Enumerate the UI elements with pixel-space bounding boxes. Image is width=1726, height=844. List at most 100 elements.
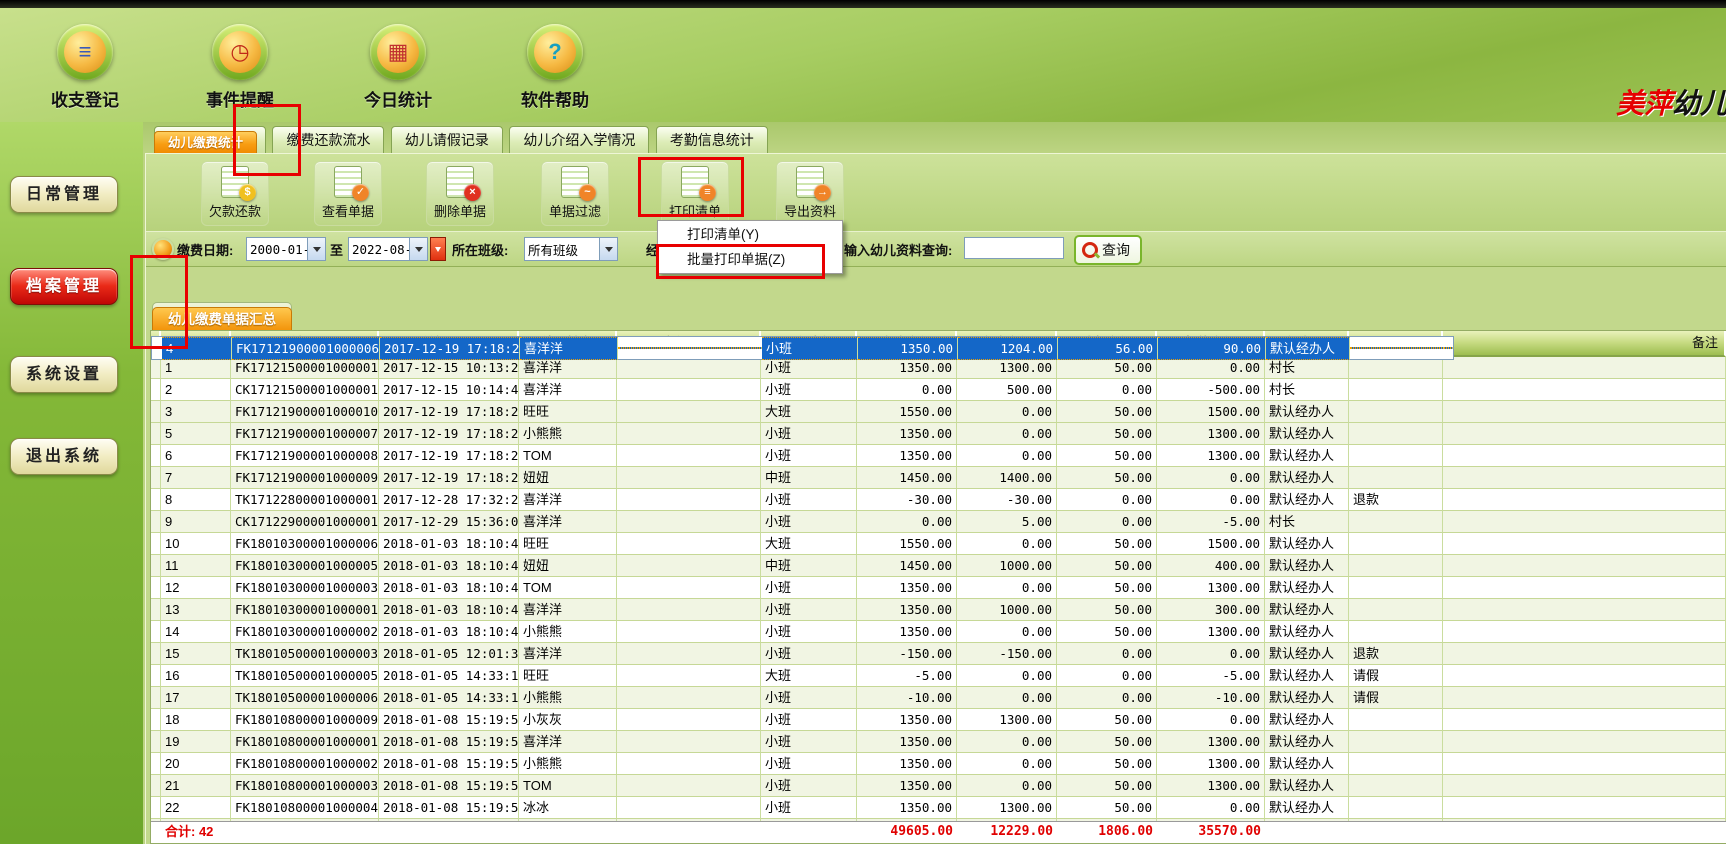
cell-bill-date: 2018-01-08 15:19:59 bbox=[379, 709, 519, 731]
cell-receivable: 1350.00 bbox=[857, 599, 957, 621]
table-row[interactable]: 9CK171229000010000012017-12-29 15:36:02喜… bbox=[151, 511, 1726, 533]
cell-received: 1400.00 bbox=[957, 467, 1057, 489]
table-row[interactable]: 5FK171219000010000072017-12-19 17:18:22小… bbox=[151, 423, 1726, 445]
cell-id-card bbox=[617, 533, 761, 555]
cell-remark bbox=[1443, 555, 1726, 577]
subtab-payment-summary[interactable]: 幼儿缴费单据汇总 bbox=[152, 307, 292, 331]
export-data-button[interactable]: → 导出资料 bbox=[776, 161, 844, 226]
software-help-button[interactable]: ? 软件帮助 bbox=[495, 24, 615, 111]
ledger-glyph: ≡ bbox=[79, 39, 92, 65]
table-row[interactable]: 15TK180105000010000032018-01-05 12:01:36… bbox=[151, 643, 1726, 665]
table-row[interactable]: 14FK180103000010000022018-01-03 18:10:41… bbox=[151, 621, 1726, 643]
table-row[interactable]: 19FK180108000010000012018-01-08 15:19:59… bbox=[151, 731, 1726, 753]
search-input[interactable] bbox=[964, 237, 1064, 259]
event-reminder-button[interactable]: ◷ 事件提醒 bbox=[180, 24, 300, 111]
date-to-value: 2022-08-16 bbox=[349, 242, 409, 257]
table-row[interactable]: 17TK180105000010000062018-01-05 14:33:19… bbox=[151, 687, 1726, 709]
export-data-icon: → bbox=[796, 166, 824, 198]
table-row[interactable]: 1FK171215000010000012017-12-15 10:13:24喜… bbox=[151, 357, 1726, 379]
row-gutter bbox=[151, 665, 161, 687]
date-quick-pick-button[interactable] bbox=[430, 237, 446, 261]
cell-child-name: TOM bbox=[519, 577, 617, 599]
table-row[interactable]: 21FK180108000010000032018-01-08 15:19:59… bbox=[151, 775, 1726, 797]
cell-received: 5.00 bbox=[957, 511, 1057, 533]
dollar-badge-icon: $ bbox=[239, 184, 256, 201]
brand-logo: 美萍幼儿 bbox=[1616, 82, 1726, 122]
cell-operator: 默认经办人 bbox=[1265, 687, 1349, 709]
cell-discount: 50.00 bbox=[1057, 533, 1157, 555]
sidebar-item-daily-management[interactable]: 日常管理 bbox=[10, 176, 118, 213]
table-row[interactable]: 6FK171219000010000082017-12-19 17:18:22T… bbox=[151, 445, 1726, 467]
table-row[interactable]: 16TK180105000010000052018-01-05 14:33:19… bbox=[151, 665, 1726, 687]
cell-discount: 50.00 bbox=[1057, 775, 1157, 797]
cell-operator: 默认经办人 bbox=[1265, 445, 1349, 467]
date-from-select[interactable]: 2000-01-01 bbox=[246, 237, 326, 261]
cell-index: 6 bbox=[161, 445, 231, 467]
menu-item-batch-print[interactable]: 批量打印单据(Z) bbox=[659, 247, 841, 272]
table-row[interactable]: 8TK171228000010000012017-12-28 17:32:21喜… bbox=[151, 489, 1726, 511]
cell-bill-no: FK17121900001000010 bbox=[231, 401, 379, 423]
cell-debt: -500.00 bbox=[1157, 379, 1265, 401]
sidebar-item-exit-system[interactable]: 退出系统 bbox=[10, 438, 118, 475]
cell-bill-date: 2018-01-05 14:33:19 bbox=[379, 687, 519, 709]
cell-bill-no: FK18010800001000003 bbox=[231, 775, 379, 797]
table-row[interactable]: 2CK171215000010000012017-12-15 10:14:43喜… bbox=[151, 379, 1726, 401]
cell-class: 大班 bbox=[761, 401, 857, 423]
table-row[interactable]: 12FK180103000010000032018-01-03 18:10:41… bbox=[151, 577, 1726, 599]
table-row[interactable]: 22FK180108000010000042018-01-08 15:19:59… bbox=[151, 797, 1726, 819]
cell-receivable: 1350.00 bbox=[857, 775, 957, 797]
row-gutter bbox=[151, 379, 161, 401]
cell-operator: 默认经办人 bbox=[1265, 555, 1349, 577]
table-row[interactable]: 11FK180103000010000052018-01-03 18:10:41… bbox=[151, 555, 1726, 577]
cell-bill-date: 2017-12-15 10:14:43 bbox=[379, 379, 519, 401]
table-row[interactable]: 10FK180103000010000062018-01-03 18:10:41… bbox=[151, 533, 1726, 555]
debt-repay-button[interactable]: $ 欠款还款 bbox=[201, 161, 269, 226]
brand-black-text: 幼儿 bbox=[1672, 88, 1726, 119]
table-row[interactable]: 7FK171219000010000092017-12-19 17:18:22妞… bbox=[151, 467, 1726, 489]
chevron-down-icon[interactable] bbox=[409, 238, 427, 260]
income-expense-button[interactable]: ≡ 收支登记 bbox=[25, 24, 145, 111]
tab-referral-enrollment[interactable]: 幼儿介绍入学情况 bbox=[509, 126, 649, 153]
menu-item-print-list[interactable]: 打印清单(Y) bbox=[659, 222, 841, 247]
cell-operator: 默认经办人 bbox=[1265, 753, 1349, 775]
table-row[interactable]: 13FK180103000010000012018-01-03 18:10:41… bbox=[151, 599, 1726, 621]
tab-payment-flow[interactable]: 缴费还款流水 bbox=[272, 126, 384, 153]
tab-child-payment-stats[interactable]: 幼儿缴费统计 bbox=[154, 131, 257, 155]
chevron-down-icon[interactable] bbox=[599, 238, 617, 260]
cell-id-card bbox=[617, 775, 761, 797]
today-stats-button[interactable]: ▦ 今日统计 bbox=[338, 24, 458, 111]
cell-received: 0.00 bbox=[957, 731, 1057, 753]
view-bill-button[interactable]: ✓ 查看单据 bbox=[314, 161, 382, 226]
tab-attendance-stats[interactable]: 考勤信息统计 bbox=[656, 126, 768, 153]
chevron-down-icon[interactable] bbox=[307, 238, 325, 260]
cell-class: 小班 bbox=[761, 599, 857, 621]
sidebar-item-archive-management[interactable]: 档案管理 bbox=[10, 268, 118, 305]
cell-debt: 90.00 bbox=[1158, 337, 1266, 360]
print-list-button[interactable]: ≡ 打印清单 bbox=[661, 161, 729, 226]
row-gutter bbox=[151, 687, 161, 709]
class-select[interactable]: 所有班级 bbox=[524, 237, 618, 261]
sidebar-item-system-settings[interactable]: 系统设置 bbox=[10, 356, 118, 393]
cell-index: 3 bbox=[161, 401, 231, 423]
cell-received: 1204.00 bbox=[958, 337, 1058, 360]
column-header-remark[interactable]: 备注 bbox=[1443, 331, 1726, 357]
cell-discount: 50.00 bbox=[1057, 423, 1157, 445]
table-row[interactable]: 3FK171219000010000102017-12-19 17:18:22旺… bbox=[151, 401, 1726, 423]
delete-bill-button[interactable]: × 删除单据 bbox=[426, 161, 494, 226]
date-to-select[interactable]: 2022-08-16 bbox=[348, 237, 428, 261]
cell-remark bbox=[1443, 665, 1726, 687]
query-button[interactable]: 查询 bbox=[1074, 235, 1142, 265]
cell-child-name: 喜洋洋 bbox=[520, 337, 618, 360]
tab-leave-records[interactable]: 幼儿请假记录 bbox=[391, 126, 503, 153]
filter-bill-button[interactable]: ~ 单据过滤 bbox=[541, 161, 609, 226]
table-row[interactable]: 4FK171219000010000062017-12-19 17:18:22喜… bbox=[151, 336, 1454, 360]
cell-debt: 1500.00 bbox=[1157, 401, 1265, 423]
cell-debt: 1300.00 bbox=[1157, 423, 1265, 445]
cell-class: 小班 bbox=[761, 775, 857, 797]
table-row[interactable]: 20FK180108000010000022018-01-08 15:19:59… bbox=[151, 753, 1726, 775]
cell-bill-no: FK17121500001000001 bbox=[231, 357, 379, 379]
summary-discount: 1806.00 bbox=[1057, 822, 1157, 843]
ledger-icon: ≡ bbox=[57, 24, 113, 80]
cell-source bbox=[1349, 467, 1443, 489]
table-row[interactable]: 18FK180108000010000092018-01-08 15:19:59… bbox=[151, 709, 1726, 731]
